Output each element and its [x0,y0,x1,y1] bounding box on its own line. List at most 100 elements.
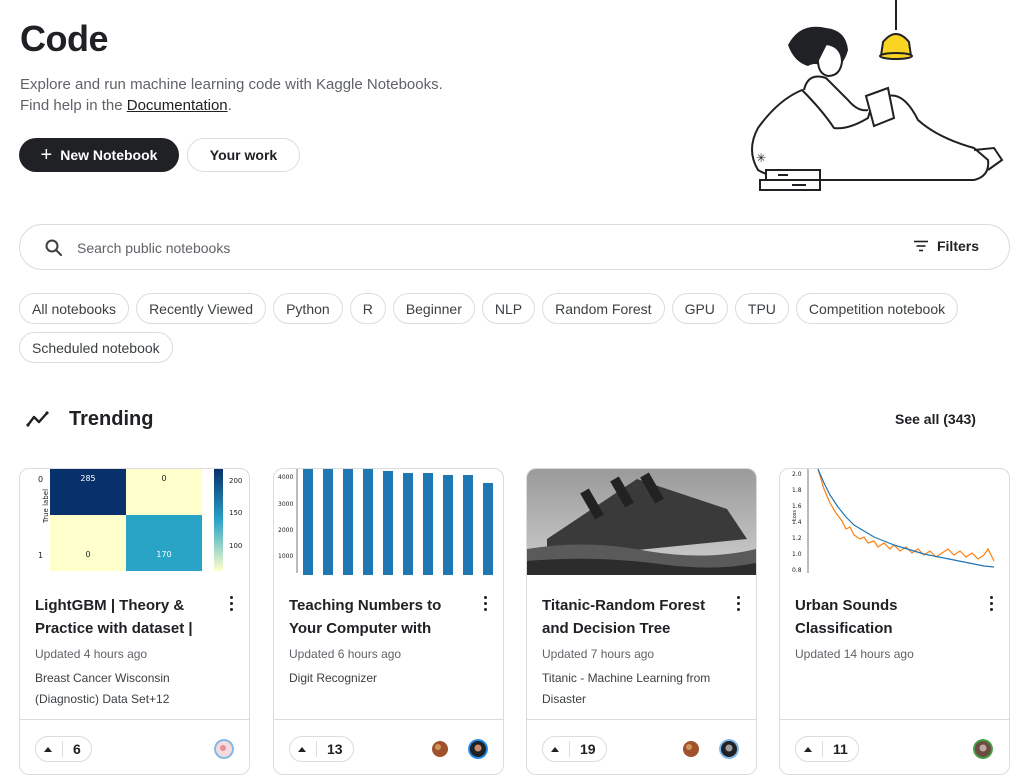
filter-icon [913,240,928,252]
card-title[interactable]: Urban Sounds Classification [795,594,975,640]
card-thumbnail: 4000 3000 2000 1000 [274,469,503,575]
intro-text: Explore and run machine learning code wi… [20,74,443,116]
upvote-button[interactable]: 13 [289,736,354,762]
chip-nlp[interactable]: NLP [481,293,536,324]
loss-ytick: 1.2 [792,535,802,542]
card-divider [780,719,1009,720]
heatmap-value: 0 [85,550,90,559]
card-divider [274,719,503,720]
vote-separator [316,741,317,757]
more-options-icon[interactable] [477,593,493,613]
card-title[interactable]: Teaching Numbers to Your Computer with [289,594,469,640]
heatmap-value: 170 [156,550,171,559]
chip-random-forest[interactable]: Random Forest [542,293,665,324]
search-input[interactable] [77,237,837,259]
card-source[interactable]: Breast Cancer Wisconsin (Diagnostic) Dat… [35,668,235,710]
chip-all-notebooks[interactable]: All notebooks [19,293,130,324]
card-divider [527,719,756,720]
chip-python[interactable]: Python [273,293,343,324]
upvote-arrow-icon [551,746,559,752]
avatar[interactable] [973,739,993,759]
card-updated: Updated 14 hours ago [795,647,914,661]
bar [463,475,473,575]
upvote-arrow-icon [804,746,812,752]
heatmap-value: 285 [80,474,95,483]
vote-separator [62,741,63,757]
avatar[interactable] [719,739,739,759]
search-bar: Filters [19,224,1010,270]
avatar[interactable] [214,739,234,759]
new-notebook-label: New Notebook [60,147,158,163]
bar-ytick: 4000 [278,474,293,481]
confusion-row-tick: 1 [38,551,43,560]
notebook-card[interactable]: Loss 2.0 1.8 1.6 1.4 1.2 1.0 0.8 Urban S… [779,468,1010,775]
intro-line-2: Find help in the Documentation. [20,95,443,116]
bar [483,483,493,575]
bar [323,469,333,575]
vote-separator [822,741,823,757]
card-updated: Updated 4 hours ago [35,647,148,661]
bar [383,471,393,575]
heatmap-cell [126,515,202,571]
filters-button[interactable]: Filters [913,238,979,254]
loss-ytick: 1.4 [792,519,802,526]
your-work-button[interactable]: Your work [187,138,300,172]
bar [343,469,353,575]
hero-illustration: ✳ [751,0,1004,191]
chip-recently-viewed[interactable]: Recently Viewed [136,293,267,324]
chip-gpu[interactable]: GPU [671,293,728,324]
chip-tpu[interactable]: TPU [734,293,789,324]
notebook-card[interactable]: Titanic-Random Forest and Decision Tree … [526,468,757,775]
more-options-icon[interactable] [983,593,999,613]
validation-loss-line [817,469,995,568]
heatmap-cell [50,515,126,571]
bar [363,469,373,575]
new-notebook-button[interactable]: + New Notebook [19,138,179,172]
upvote-button[interactable]: 6 [35,736,92,762]
card-thumbnail: True label 0 1 285 0 0 170 200 150 100 [20,469,249,575]
page-title: Code [20,18,109,59]
chip-beginner[interactable]: Beginner [392,293,475,324]
loss-ytick: 1.6 [792,503,802,510]
upvote-arrow-icon [44,746,52,752]
loss-ytick: 2.0 [792,471,802,478]
avatar[interactable] [430,739,450,759]
notebook-card[interactable]: 4000 3000 2000 1000 Teaching Numbers to … [273,468,504,775]
bar [403,473,413,575]
card-title[interactable]: Titanic-Random Forest and Decision Tree [542,594,722,640]
chip-competition-notebook[interactable]: Competition notebook [795,293,959,324]
see-all-link[interactable]: See all (343) [895,411,976,427]
vote-count: 19 [580,741,596,757]
vote-separator [569,741,570,757]
more-options-icon[interactable] [223,593,239,613]
vote-count: 11 [833,741,848,757]
upvote-button[interactable]: 11 [795,736,859,762]
card-updated: Updated 6 hours ago [289,647,402,661]
more-options-icon[interactable] [730,593,746,613]
vote-count: 13 [327,741,343,757]
card-source[interactable]: Digit Recognizer [289,668,489,689]
card-updated: Updated 7 hours ago [542,647,655,661]
bar-ytick: 3000 [278,501,293,508]
documentation-link[interactable]: Documentation [127,97,228,114]
chip-scheduled-notebook[interactable]: Scheduled notebook [19,332,173,363]
colorbar [214,469,223,571]
filter-chips: All notebooks Recently Viewed Python R B… [19,293,979,363]
confusion-matrix-thumbnail: True label 0 1 285 0 0 170 200 150 100 [38,469,242,571]
vote-count: 6 [73,741,81,757]
intro-line-2-prefix: Find help in the [20,97,127,114]
card-source[interactable]: Titanic - Machine Learning from Disaster [542,668,742,710]
bar-ytick: 2000 [278,527,293,534]
heatmap-value: 0 [161,474,166,483]
your-work-label: Your work [209,147,278,163]
notebook-card[interactable]: True label 0 1 285 0 0 170 200 150 100 L… [19,468,250,775]
confusion-row-tick: 0 [38,475,43,484]
upvote-button[interactable]: 19 [542,736,607,762]
upvote-arrow-icon [298,746,306,752]
bar [303,469,313,575]
card-title[interactable]: LightGBM | Theory & Practice with datase… [35,594,215,640]
loss-ytick: 1.8 [792,487,802,494]
avatar[interactable] [468,739,488,759]
avatar[interactable] [681,739,701,759]
chip-r[interactable]: R [349,293,386,324]
